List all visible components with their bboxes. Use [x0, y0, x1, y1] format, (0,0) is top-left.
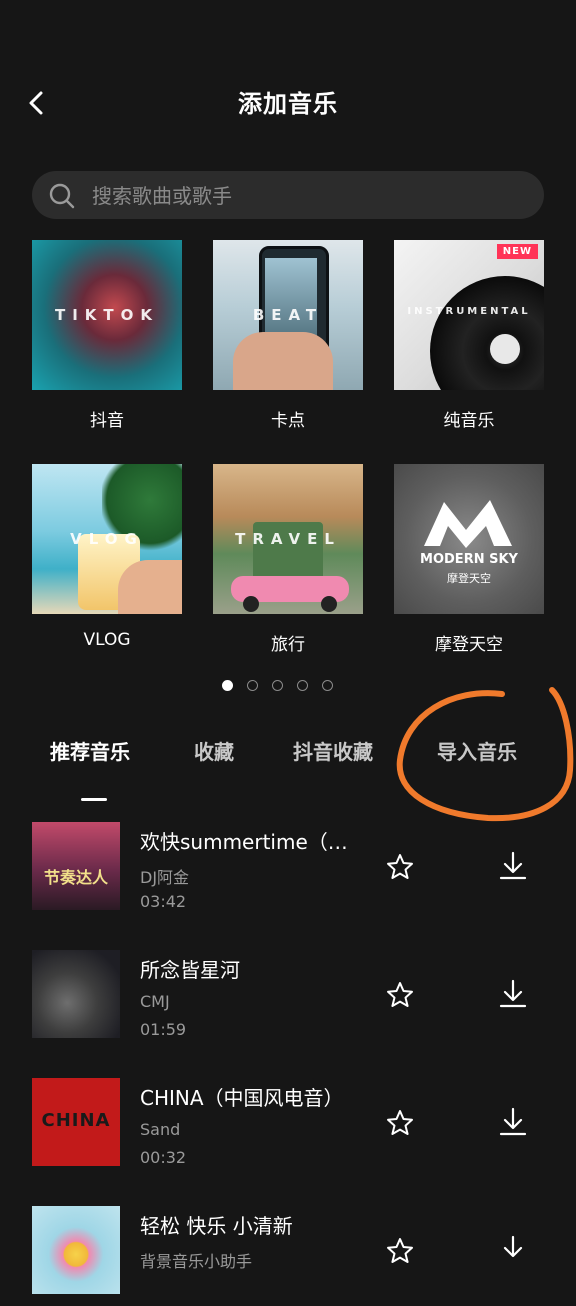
category-thumbnail: BEAT [213, 240, 363, 390]
category-label: 摩登天空 [435, 635, 503, 655]
tab-import-music[interactable]: 导入音乐 [437, 736, 517, 765]
category-modern-sky[interactable]: MODERN SKY 摩登天空 摩登天空 [394, 464, 544, 655]
cover-text: 节奏达人 [43, 868, 108, 887]
category-label: 旅行 [271, 635, 305, 655]
search-icon [49, 183, 75, 209]
thumbnail-text: INSTRUMENTAL [407, 306, 531, 317]
song-duration: 01:59 [140, 1020, 187, 1039]
header-bar: 添加音乐 [0, 70, 576, 134]
song-cover [32, 950, 120, 1038]
search-bar[interactable] [32, 171, 544, 221]
active-tab-indicator [81, 798, 107, 801]
song-artist: CMJ [140, 992, 170, 1011]
music-tabs: 推荐音乐 收藏 抖音收藏 导入音乐 [0, 730, 576, 801]
song-title: 欢快summertime（… [140, 830, 348, 854]
song-title: 所念皆星河 [140, 958, 240, 982]
song-cover: 节奏达人 [32, 822, 120, 910]
song-artist: Sand [140, 1120, 181, 1139]
song-duration: 00:32 [140, 1148, 187, 1167]
pager-dot-active[interactable] [222, 680, 233, 691]
song-row[interactable]: 所念皆星河 CMJ 01:59 [0, 950, 576, 1050]
song-artist: 背景音乐小助手 [140, 1252, 253, 1271]
song-row[interactable]: CHINA CHINA（中国风电音） Sand 00:32 [0, 1078, 576, 1178]
song-cover: CHINA [32, 1078, 120, 1166]
favorite-star-icon[interactable] [385, 1236, 415, 1266]
category-thumbnail: TRAVEL [213, 464, 363, 614]
category-vlog[interactable]: VLOG VLOG [32, 464, 182, 650]
category-thumbnail: VLOG [32, 464, 182, 614]
category-label: 抖音 [90, 411, 124, 431]
song-row[interactable]: 轻松 快乐 小清新 背景音乐小助手 [0, 1206, 576, 1306]
cover-text: CHINA [41, 1110, 111, 1131]
download-icon[interactable] [497, 1234, 529, 1266]
pager-dot[interactable] [272, 680, 283, 691]
tab-favorites[interactable]: 收藏 [194, 736, 234, 765]
favorite-star-icon[interactable] [385, 1108, 415, 1138]
download-icon[interactable] [497, 850, 529, 882]
song-cover [32, 1206, 120, 1294]
category-instrumental[interactable]: NEW INSTRUMENTAL 纯音乐 [394, 240, 544, 431]
category-thumbnail: NEW INSTRUMENTAL [394, 240, 544, 390]
favorite-star-icon[interactable] [385, 980, 415, 1010]
song-duration: 03:42 [140, 892, 187, 911]
thumbnail-text: TRAVEL [235, 530, 341, 548]
favorite-star-icon[interactable] [385, 852, 415, 882]
thumbnail-text: BEAT [252, 306, 324, 324]
download-icon[interactable] [497, 978, 529, 1010]
pager-dot[interactable] [297, 680, 308, 691]
thumbnail-subtext: 摩登天空 [447, 572, 491, 585]
tab-douyin-favorites[interactable]: 抖音收藏 [293, 736, 373, 765]
category-thumbnail: TIKTOK [32, 240, 182, 390]
modern-sky-logo-icon [424, 500, 512, 548]
download-icon[interactable] [497, 1106, 529, 1138]
category-tiktok[interactable]: TIKTOK 抖音 [32, 240, 182, 431]
tab-recommended[interactable]: 推荐音乐 [50, 736, 130, 765]
page-title: 添加音乐 [238, 90, 338, 118]
category-label: 纯音乐 [443, 411, 495, 431]
category-thumbnail: MODERN SKY 摩登天空 [394, 464, 544, 614]
category-travel[interactable]: TRAVEL 旅行 [213, 464, 363, 655]
search-input[interactable] [90, 171, 514, 221]
thumbnail-text: MODERN SKY [420, 552, 518, 567]
thumbnail-text: TIKTOK [54, 306, 160, 324]
category-beat[interactable]: BEAT 卡点 [213, 240, 363, 431]
song-row[interactable]: 节奏达人 欢快summertime（… DJ阿金 03:42 [0, 822, 576, 922]
category-label: VLOG [83, 630, 131, 650]
thumbnail-text: VLOG [70, 530, 144, 548]
song-title: CHINA（中国风电音） [140, 1086, 344, 1110]
category-label: 卡点 [271, 411, 305, 431]
song-title: 轻松 快乐 小清新 [140, 1214, 293, 1238]
pager-dot[interactable] [322, 680, 333, 691]
new-badge: NEW [496, 244, 538, 259]
pager-dot[interactable] [247, 680, 258, 691]
song-artist: DJ阿金 [140, 868, 190, 887]
